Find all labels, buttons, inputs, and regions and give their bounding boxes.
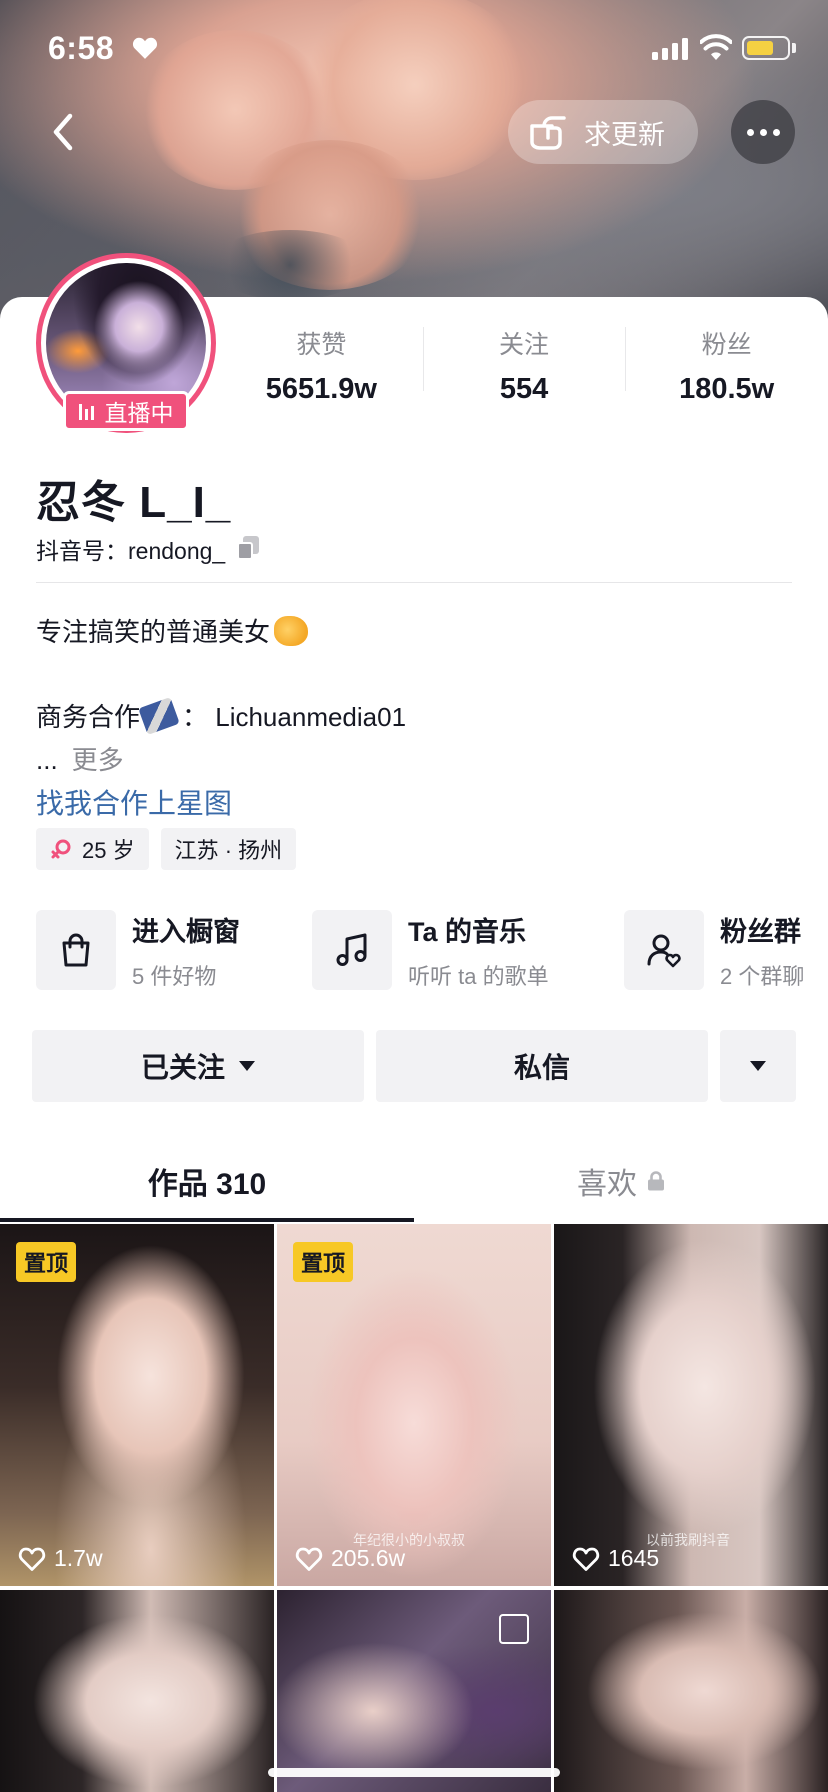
bio-ellipsis: ... [36, 745, 58, 775]
heart-outline-icon [572, 1547, 600, 1571]
stat-value: 554 [499, 373, 549, 405]
location-label: 江苏 · 扬州 [174, 838, 283, 863]
live-bars-icon [78, 402, 97, 420]
more-options-button[interactable] [731, 100, 795, 164]
video-thumbnail[interactable] [277, 1590, 551, 1792]
message-button[interactable]: 私信 [376, 1030, 708, 1102]
bio-line: 商务合作 ： Lichuanmedia01 [36, 696, 407, 735]
wifi-icon [700, 34, 732, 60]
live-label: 直播中 [104, 400, 174, 426]
shopping-bag-icon [62, 933, 90, 967]
video-likes: 205.6w [295, 1545, 405, 1572]
satellite-emoji-icon [138, 696, 180, 735]
divider [36, 582, 792, 583]
bio-line: 专注搞笑的普通美女 [36, 612, 309, 649]
video-likes: 1.7w [18, 1545, 103, 1572]
bio-more-link[interactable]: 更多 [72, 745, 124, 775]
chevron-down-icon [750, 1061, 766, 1071]
tab-likes-label: 喜欢 [577, 1168, 637, 1201]
tab-works-label: 作品 310 [147, 1168, 267, 1201]
nickname: 忍冬 L_I_ [36, 478, 232, 527]
status-time: 6:58 [48, 30, 115, 66]
video-likes: 1645 [572, 1545, 659, 1572]
live-badge[interactable]: 直播中 [63, 391, 189, 431]
heart-outline-icon [18, 1547, 46, 1571]
stat-label: 关注 [499, 331, 550, 359]
copy-icon[interactable] [235, 536, 261, 562]
video-grid: 置顶 1.7w 置顶 年纪很小的小叔叔 205.6w 以前我刷抖音 1645 [0, 1224, 828, 1792]
pinned-badge: 置顶 [16, 1242, 77, 1282]
music-entry[interactable]: Ta 的音乐 听听 ta 的歌单 [312, 908, 549, 992]
douyin-id: 抖音号：rendong_ [36, 538, 226, 564]
fist-emoji-icon [274, 615, 309, 646]
multi-image-icon [499, 1614, 529, 1644]
bio-expand[interactable]: ... 更多 [36, 740, 124, 777]
heart-icon [132, 37, 158, 59]
expand-recommend-button[interactable] [720, 1030, 796, 1102]
profile-entries: 进入橱窗 5 件好物 Ta 的音乐 听听 ta 的歌单 粉丝群 2 个群聊 [36, 908, 828, 992]
pinned-badge: 置顶 [293, 1242, 354, 1282]
fan-group-entry[interactable]: 粉丝群 2 个群聊 [624, 908, 804, 992]
likes-count: 205.6w [331, 1545, 406, 1571]
request-update-label: 求更新 [584, 119, 665, 150]
battery-icon [742, 36, 790, 60]
heart-outline-icon [295, 1547, 323, 1571]
bio-text: 专注搞笑的普通美女 [36, 617, 271, 647]
lock-icon [648, 1171, 664, 1191]
message-label: 私信 [513, 1052, 570, 1083]
stat-value: 180.5w [679, 373, 775, 405]
profile-stats: 获赞 5651.9w 关注 554 粉丝 180.5w [220, 325, 828, 415]
stat-value: 5651.9w [265, 373, 377, 405]
age-label: 25 岁 [82, 838, 135, 863]
entry-subtitle: 5 件好物 [132, 963, 217, 989]
fan-group-icon [647, 934, 681, 968]
video-thumbnail[interactable] [0, 1590, 274, 1792]
video-thumbnail[interactable]: 置顶 1.7w [0, 1224, 274, 1586]
entry-title: Ta 的音乐 [408, 916, 527, 947]
video-thumbnail[interactable]: 以前我刷抖音 1645 [554, 1224, 828, 1586]
douyin-id-row: 抖音号：rendong_ [36, 532, 261, 566]
tab-works[interactable]: 作品 310 [0, 1140, 414, 1222]
entry-title: 粉丝群 [720, 916, 801, 947]
entry-subtitle: 听听 ta 的歌单 [408, 963, 549, 989]
location-tag: 江苏 · 扬州 [160, 828, 297, 870]
age-tag: 25 岁 [36, 828, 149, 870]
pointing-hand-icon [530, 116, 566, 150]
status-bar: 6:58 [0, 0, 828, 100]
dropdown-triangle-icon [239, 1061, 255, 1071]
more-dots-icon [746, 128, 754, 136]
content-tabs: 作品 310 喜欢 [0, 1140, 828, 1222]
tab-indicator [0, 1218, 414, 1222]
request-update-button[interactable]: 求更新 [508, 100, 698, 164]
action-buttons: 已关注 私信 [32, 1030, 796, 1102]
star-map-link[interactable]: 找我合作上星图 [36, 782, 232, 822]
home-indicator [268, 1768, 560, 1777]
video-thumbnail[interactable]: 置顶 年纪很小的小叔叔 205.6w [277, 1224, 551, 1586]
music-note-icon [336, 933, 367, 966]
stat-following[interactable]: 关注 554 [422, 325, 626, 415]
shop-window-entry[interactable]: 进入橱窗 5 件好物 [36, 908, 240, 992]
likes-count: 1.7w [54, 1545, 103, 1571]
followed-button[interactable]: 已关注 [32, 1030, 364, 1102]
female-icon [51, 839, 71, 859]
stat-likes[interactable]: 获赞 5651.9w [220, 325, 423, 415]
stat-label: 粉丝 [701, 331, 752, 359]
signal-icon [652, 38, 688, 60]
likes-count: 1645 [608, 1545, 660, 1571]
bio-business-label: 商务合作 [36, 702, 141, 732]
profile-tags: 25 岁 江苏 · 扬州 [36, 828, 308, 870]
stat-label: 获赞 [296, 331, 347, 359]
video-thumbnail[interactable] [554, 1590, 828, 1792]
entry-subtitle: 2 个群聊 [720, 963, 805, 989]
stat-followers[interactable]: 粉丝 180.5w [625, 325, 828, 415]
followed-label: 已关注 [140, 1052, 225, 1083]
entry-title: 进入橱窗 [132, 916, 240, 947]
tab-likes[interactable]: 喜欢 [414, 1140, 828, 1222]
bio-business-contact: ： Lichuanmedia01 [182, 702, 407, 732]
back-arrow-icon[interactable] [44, 110, 84, 154]
